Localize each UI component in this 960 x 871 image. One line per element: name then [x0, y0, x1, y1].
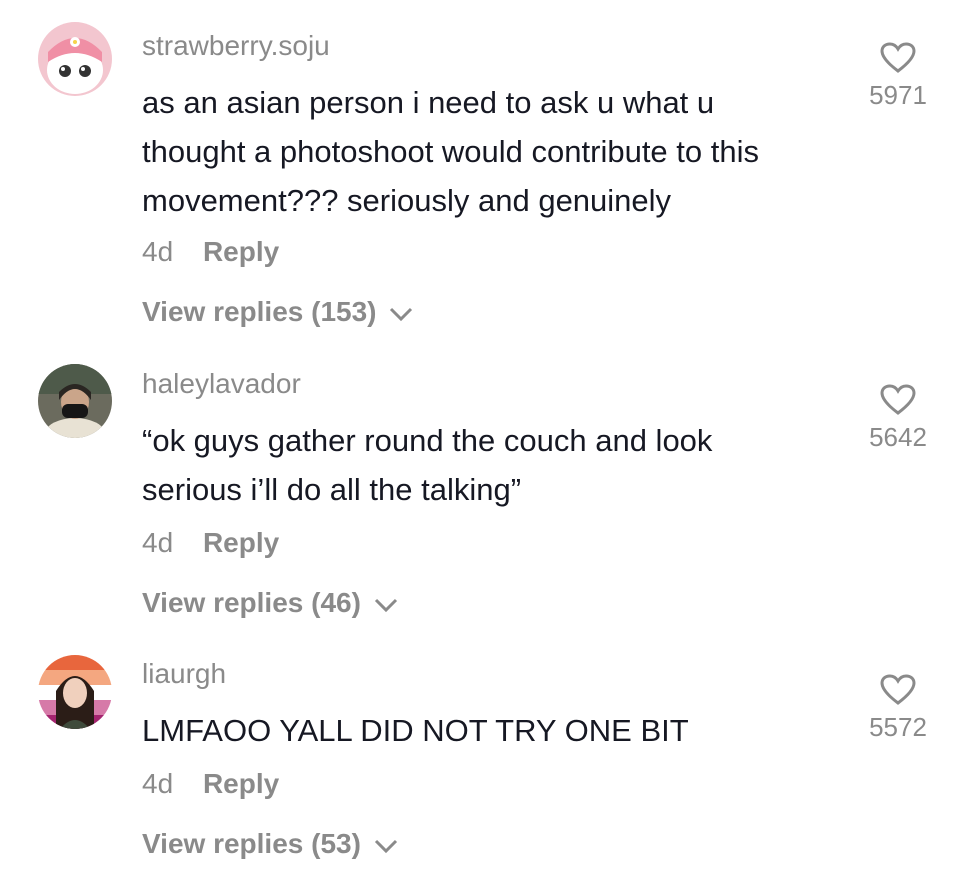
like-count: 5642 [869, 422, 927, 452]
like-area: 5572 [858, 674, 938, 743]
like-area: 5971 [858, 42, 938, 111]
heart-icon[interactable] [880, 674, 916, 706]
view-replies-button[interactable]: View replies (53) [142, 828, 399, 860]
username[interactable]: liaurgh [142, 658, 226, 690]
username[interactable]: strawberry.soju [142, 30, 330, 62]
timestamp: 4d [142, 527, 174, 558]
reply-button[interactable]: Reply [203, 527, 279, 558]
comment-text: LMFAOO YALL DID NOT TRY ONE BIT [142, 713, 689, 748]
avatar[interactable] [38, 364, 112, 438]
timestamp: 4d [142, 768, 174, 799]
like-count: 5572 [869, 712, 927, 742]
comment-text: “ok guys gather round the couch and look… [142, 423, 713, 507]
view-replies-label: View replies (46) [142, 587, 361, 618]
view-replies-label: View replies (153) [142, 296, 377, 327]
reply-button[interactable]: Reply [203, 236, 279, 267]
chevron-down-icon [390, 307, 413, 321]
comment-text: as an asian person i need to ask u what … [142, 85, 759, 218]
view-replies-label: View replies (53) [142, 828, 361, 859]
heart-icon[interactable] [880, 42, 916, 74]
comment-meta: 4d Reply [142, 236, 279, 268]
timestamp: 4d [142, 236, 174, 267]
view-replies-button[interactable]: View replies (153) [142, 296, 414, 328]
chevron-down-icon [374, 839, 397, 853]
comment-meta: 4d Reply [142, 768, 279, 800]
like-area: 5642 [858, 384, 938, 453]
avatar[interactable] [38, 655, 112, 729]
view-replies-button[interactable]: View replies (46) [142, 587, 399, 619]
avatar[interactable] [38, 22, 112, 96]
comment-meta: 4d Reply [142, 527, 279, 559]
heart-icon[interactable] [880, 384, 916, 416]
like-count: 5971 [869, 80, 927, 110]
reply-button[interactable]: Reply [203, 768, 279, 799]
chevron-down-icon [374, 598, 397, 612]
username[interactable]: haleylavador [142, 368, 301, 400]
